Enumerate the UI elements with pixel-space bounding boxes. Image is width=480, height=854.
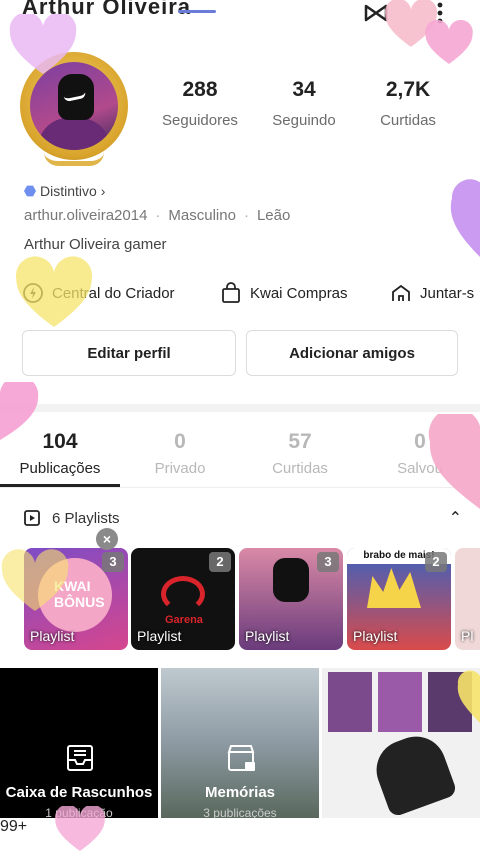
- stat-followers-label: Seguidores: [162, 112, 238, 129]
- stat-likes-label: Curtidas: [380, 112, 436, 129]
- cell-title: Memórias: [204, 784, 276, 801]
- badge-label: Distintivo: [40, 183, 97, 199]
- add-friends-button[interactable]: Adicionar amigos: [246, 330, 458, 376]
- shortcut-label: Juntar-s: [420, 284, 475, 302]
- playlist-count-badge: 3: [317, 552, 339, 572]
- collage-photo: [378, 672, 422, 732]
- heart-sticker-icon: [1, 549, 69, 611]
- heart-sticker-icon: [457, 670, 480, 723]
- stat-followers[interactable]: 288 Seguidores: [150, 78, 250, 129]
- edit-profile-button[interactable]: Editar perfil: [22, 330, 236, 376]
- chevron-right-icon: ›: [100, 183, 106, 199]
- badge-link[interactable]: Distintivo ›: [24, 183, 105, 199]
- profile-meta: arthur.oliveira2014 · Masculino · Leão: [24, 207, 291, 224]
- memories-clapper-icon: [227, 745, 255, 771]
- stat-followers-value: 288: [182, 78, 218, 101]
- house-icon: [392, 284, 410, 301]
- zodiac-sign: Leão: [256, 207, 291, 224]
- shortcut-label: Kwai Compras: [250, 284, 348, 302]
- playlist-card[interactable]: Pl: [455, 548, 480, 650]
- heart-sticker-icon: [428, 414, 480, 509]
- section-divider: [0, 404, 480, 412]
- heart-sticker-icon: [450, 179, 480, 257]
- heart-sticker-icon: [15, 256, 93, 327]
- playlist-card[interactable]: 3 Playlist: [239, 548, 343, 650]
- tab-private[interactable]: 0 Privado: [120, 430, 240, 477]
- tab-count: 0: [174, 430, 186, 453]
- heart-sticker-icon: [55, 806, 105, 851]
- active-tab-indicator: [0, 484, 120, 487]
- profile-bio: Arthur Oliveira gamer: [24, 236, 167, 253]
- shortcut-join[interactable]: Juntar-s: [390, 278, 474, 308]
- collage-photo: [328, 672, 372, 732]
- drafts-inbox-icon: [67, 745, 93, 771]
- drafts-cell[interactable]: Caixa de Rascunhos 1 publicação: [0, 668, 158, 818]
- playlists-header[interactable]: 6 Playlists ⌃: [22, 506, 462, 530]
- playlist-label: Playlist: [245, 628, 290, 644]
- heart-sticker-icon: [9, 14, 77, 74]
- stat-likes[interactable]: 2,7K Curtidas: [358, 78, 458, 129]
- posts-grid: Caixa de Rascunhos 1 publicação Memórias…: [0, 668, 480, 818]
- playlist-overlay-text: Garena: [165, 614, 203, 626]
- masked-figure-image: [273, 558, 309, 602]
- playlist-label: Playlist: [30, 628, 75, 644]
- playlist-icon: [24, 510, 40, 526]
- close-icon[interactable]: ×: [96, 528, 118, 550]
- playlist-count-badge: 3: [102, 552, 124, 572]
- playlist-row: KWAI BÔNUS 3 Playlist Garena 2 Playlist …: [0, 548, 480, 652]
- memories-cell[interactable]: Memórias 3 publicações: [161, 668, 319, 818]
- shopping-bag-icon: [222, 282, 240, 303]
- playlist-count-badge: 2: [209, 552, 231, 572]
- heart-sticker-icon: [0, 382, 39, 440]
- cell-subtitle: 3 publicações: [203, 806, 277, 818]
- username: arthur.oliveira2014: [24, 207, 148, 224]
- playlist-count-badge: 2: [425, 552, 447, 572]
- cell-title: Caixa de Rascunhos: [5, 784, 153, 801]
- playlist-label: Playlist: [353, 628, 398, 644]
- gender: Masculino: [168, 207, 236, 224]
- playlist-card[interactable]: Garena 2 Playlist: [131, 548, 235, 650]
- garena-logo-icon: [161, 576, 205, 612]
- stat-following-value: 34: [292, 78, 316, 101]
- profile-stats: 288 Seguidores 34 Seguindo 2,7K Curtidas: [150, 78, 480, 138]
- character-hair-image: [367, 568, 421, 608]
- name-underline: [178, 10, 216, 13]
- shortcut-kwai-shop[interactable]: Kwai Compras: [220, 278, 348, 308]
- masked-figure-image: [368, 728, 458, 818]
- tab-count: 57: [288, 430, 312, 453]
- laurel-decoration: [44, 152, 104, 166]
- stat-following[interactable]: 34 Seguindo: [254, 78, 354, 129]
- playlist-card[interactable]: brabo de mais! 2 Playlist: [347, 548, 451, 650]
- badge-hex-icon: [24, 185, 36, 197]
- tab-label: Curtidas: [272, 460, 328, 477]
- heart-sticker-icon: [425, 20, 473, 64]
- tab-label: Privado: [154, 460, 206, 477]
- tab-label: Publicações: [19, 460, 101, 477]
- playlist-label: Pl: [461, 628, 474, 644]
- tab-likes[interactable]: 57 Curtidas: [240, 430, 360, 477]
- stat-likes-value: 2,7K: [385, 78, 431, 101]
- playlists-count: 6 Playlists: [52, 509, 120, 527]
- playlist-label: Playlist: [137, 628, 182, 644]
- stat-following-label: Seguindo: [272, 112, 336, 129]
- content-tabs: 104 Publicações 0 Privado 57 Curtidas 0 …: [0, 422, 480, 488]
